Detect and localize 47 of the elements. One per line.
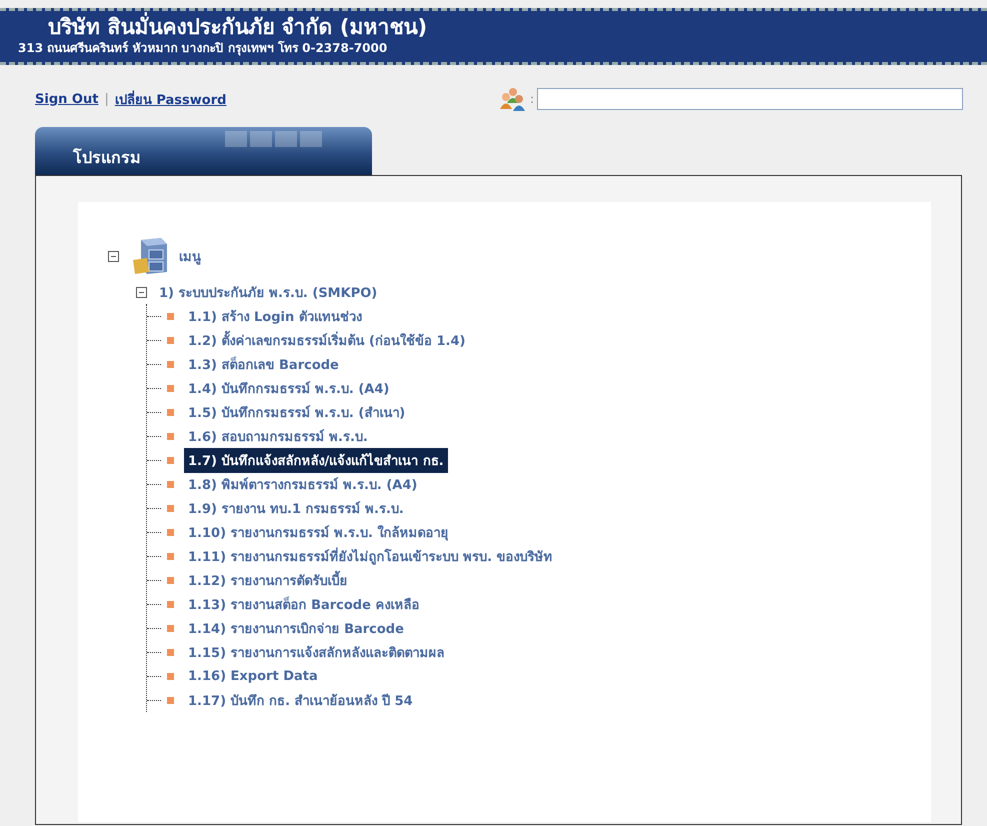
users-icon (498, 87, 527, 111)
bullet-icon (167, 480, 174, 488)
menu-item[interactable]: 1.13) รายงานสต็อก Barcode คงเหลือ (184, 592, 424, 616)
bullet-icon (167, 432, 174, 440)
bullet-icon (167, 648, 174, 656)
collapse-toggle-icon[interactable] (108, 250, 119, 262)
program-tab[interactable]: โปรแกรม (35, 127, 372, 175)
collapse-toggle-icon[interactable] (136, 286, 147, 298)
bullet-icon (167, 408, 174, 416)
bullet-icon (167, 672, 174, 680)
bullet-icon (167, 576, 174, 584)
menu-item[interactable]: 1.8) พิมพ์ตารางกรมธรรม์ พ.ร.บ. (A4) (184, 472, 422, 496)
menu-item[interactable]: 1.9) รายงาน ทบ.1 กรมธรรม์ พ.ร.บ. (184, 496, 408, 520)
menu-item[interactable]: 1.2) ตั้งค่าเลขกรมธรรม์เริ่มต้น (ก่อนใช้ข้อ 1.4) (184, 328, 470, 352)
menu-item[interactable]: 1.14) รายงานการเบิกจ่าย Barcode (184, 616, 408, 640)
bullet-icon (167, 384, 174, 392)
menu-item[interactable]: 1.7) บันทึกแจ้งสลักหลัง/แจ้งแก้ไขสำเนา กธ. (184, 448, 448, 472)
menu-item[interactable]: 1.17) บันทึก กธ. สำเนาย้อนหลัง ปี 54 (184, 688, 417, 712)
menu-item[interactable]: 1.6) สอบถามกรมธรรม์ พ.ร.บ. (184, 424, 372, 448)
tree-root-label[interactable]: เมนู (179, 246, 201, 266)
field-separator: : (530, 92, 534, 106)
company-name: บริษัท สินมั่นคงประกันภัย จำกัด (มหาชน) (18, 13, 987, 41)
bullet-icon (167, 600, 174, 608)
menu-item[interactable]: 1.15) รายงานการแจ้งสลักหลังและติดตามผล (184, 640, 449, 664)
menu-item[interactable]: 1.5) บันทึกกรมธรรม์ พ.ร.บ. (สำเนา) (184, 400, 410, 424)
bullet-icon (167, 624, 174, 632)
menu-item[interactable]: 1.3) สต็อกเลข Barcode (184, 352, 343, 376)
bullet-icon (167, 312, 174, 320)
bullet-icon (167, 360, 174, 368)
user-search-field[interactable] (537, 88, 963, 110)
menu-item[interactable]: 1.1) สร้าง Login ตัวแทนช่วง (184, 304, 366, 328)
company-address: 313 ถนนศรีนครินทร์ หัวหมาก บางกะปิ กรุงเทพฯ โทร 0-2378-7000 (18, 41, 388, 56)
bullet-icon (167, 696, 174, 704)
bullet-icon (167, 552, 174, 560)
tree-group-label[interactable]: 1) ระบบประกันภัย พ.ร.บ. (SMKPO) (159, 282, 378, 302)
link-separator: | (104, 92, 109, 106)
menu-item[interactable]: 1.10) รายงานกรมธรรม์ พ.ร.บ. ใกล้หมดอายุ (184, 520, 452, 544)
menu-item[interactable]: 1.16) Export Data (184, 666, 322, 686)
menu-item[interactable]: 1.11) รายงานกรมธรรม์ที่ยังไม่ถูกโอนเข้าระบบ พรบ. ของบริษัท (184, 544, 557, 568)
bullet-icon (167, 528, 174, 536)
menu-item[interactable]: 1.4) บันทึกกรมธรรม์ พ.ร.บ. (A4) (184, 376, 394, 400)
menu-item[interactable]: 1.12) รายงานการตัดรับเบี้ย (184, 568, 352, 592)
sign-out-link[interactable]: Sign Out (35, 92, 98, 106)
bullet-icon (167, 336, 174, 344)
change-password-link[interactable]: เปลี่ยน Password (114, 88, 226, 110)
bullet-icon (167, 504, 174, 512)
bullet-icon (167, 456, 174, 464)
